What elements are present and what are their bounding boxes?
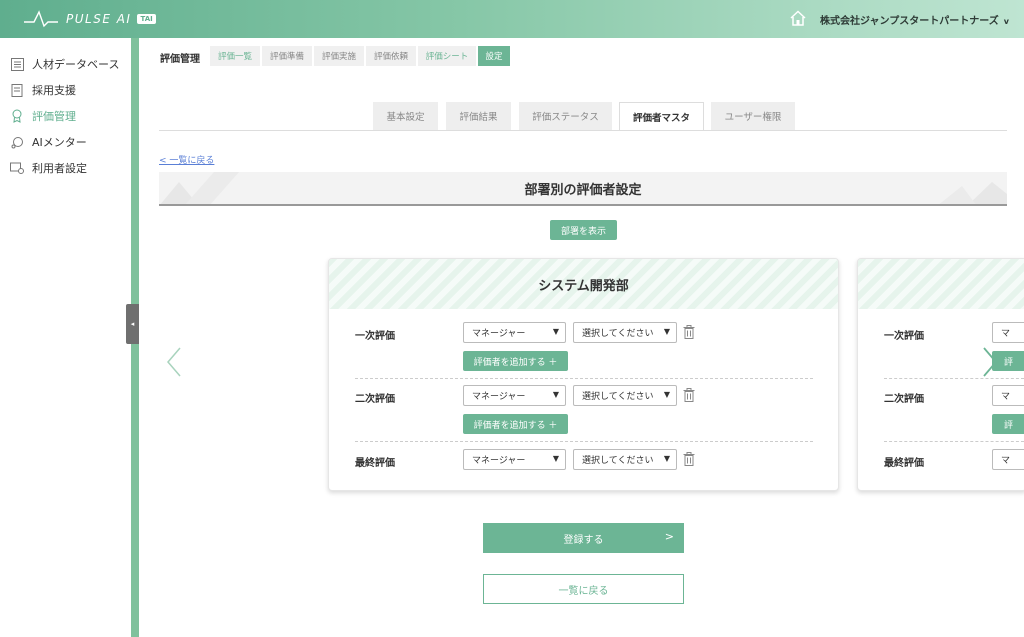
breadcrumb-item-evaluation-prep[interactable]: 評価準備 bbox=[262, 46, 312, 66]
top-header: PULSE AI TAI 株式会社ジャンプスタートパートナーズ v bbox=[0, 0, 1024, 38]
tab-evaluation-results[interactable]: 評価結果 bbox=[446, 102, 511, 130]
card-title: システム開発部 bbox=[329, 259, 838, 309]
brand-logo[interactable]: PULSE AI TAI bbox=[24, 8, 156, 30]
dropdown-caret-icon: ▼ bbox=[663, 327, 670, 336]
sidebar-item-ai-mentor[interactable]: AIメンター bbox=[10, 133, 87, 151]
tab-evaluation-status[interactable]: 評価ステータス bbox=[519, 102, 612, 130]
role-select-final[interactable]: マネージャー ▼ bbox=[463, 449, 566, 470]
row-divider bbox=[884, 441, 1024, 442]
breadcrumb-item-evaluation-request[interactable]: 評価依頼 bbox=[366, 46, 416, 66]
trash-icon[interactable] bbox=[683, 325, 695, 339]
row-divider bbox=[884, 378, 1024, 379]
select-value: マ bbox=[1001, 456, 1011, 466]
trash-icon[interactable] bbox=[683, 388, 695, 402]
section-title: 部署別の評価者設定 bbox=[524, 182, 642, 198]
select-value: マ bbox=[1001, 329, 1011, 339]
select-value: マネージャー bbox=[472, 392, 526, 402]
row-divider bbox=[355, 441, 813, 442]
register-button-label: 登録する bbox=[563, 534, 604, 546]
database-icon bbox=[10, 57, 24, 71]
document-icon bbox=[10, 83, 24, 97]
role-select-second[interactable]: マ bbox=[992, 385, 1024, 406]
section-header: 部署別の評価者設定 bbox=[159, 172, 1007, 206]
person-select-first[interactable]: 選択してください ▼ bbox=[573, 322, 677, 343]
sidebar-item-label: 人材データベース bbox=[32, 58, 120, 71]
select-value: 選択してください bbox=[582, 329, 654, 339]
collapse-left-icon: ◂ bbox=[130, 320, 135, 328]
home-icon[interactable] bbox=[789, 9, 807, 27]
user-settings-icon bbox=[10, 161, 24, 175]
sidebar-item-label: 利用者設定 bbox=[32, 162, 87, 175]
tab-divider bbox=[159, 130, 1007, 131]
sidebar-item-evaluation[interactable]: 評価管理 bbox=[10, 107, 76, 125]
show-departments-button[interactable]: 部署を表示 bbox=[550, 220, 617, 240]
add-evaluator-button-first[interactable]: 評価者を追加する ＋ bbox=[463, 351, 568, 371]
brand-badge: TAI bbox=[137, 14, 156, 24]
add-evaluator-button-second[interactable]: 評価者を追加する ＋ bbox=[463, 414, 568, 434]
card-title-next bbox=[858, 259, 1024, 309]
tab-evaluator-master[interactable]: 評価者マスタ bbox=[619, 102, 704, 131]
back-to-list-button[interactable]: 一覧に戻る bbox=[483, 574, 684, 604]
sidebar-item-label: 採用支援 bbox=[32, 84, 76, 97]
row-label-final: 最終評価 bbox=[355, 458, 395, 469]
sidebar-item-label: AIメンター bbox=[32, 136, 87, 149]
company-selector[interactable]: 株式会社ジャンプスタートパートナーズ v bbox=[820, 12, 1009, 27]
department-card: システム開発部 一次評価 マネージャー ▼ 選択してください ▼ 評価者を追加する … bbox=[328, 258, 839, 491]
award-icon bbox=[10, 109, 24, 123]
dropdown-caret-icon: ▼ bbox=[552, 390, 559, 399]
breadcrumb-title: 評価管理 bbox=[160, 54, 200, 65]
sidebar-item-recruiting[interactable]: 採用支援 bbox=[10, 81, 76, 99]
sidebar-item-label: 評価管理 bbox=[32, 110, 76, 123]
select-value: マ bbox=[1001, 392, 1011, 402]
back-to-list-link[interactable]: < 一覧に戻る bbox=[159, 153, 214, 166]
select-value: マネージャー bbox=[472, 456, 526, 466]
dropdown-caret-icon: ▼ bbox=[552, 454, 559, 463]
add-evaluator-button-second[interactable]: 評 bbox=[992, 414, 1024, 434]
brand-name: PULSE AI bbox=[66, 12, 132, 26]
role-select-first[interactable]: マネージャー ▼ bbox=[463, 322, 566, 343]
breadcrumb-item-evaluation-sheet[interactable]: 評価シート bbox=[418, 46, 476, 66]
row-divider bbox=[355, 378, 813, 379]
chevron-down-icon: v bbox=[1003, 17, 1009, 26]
carousel-next-icon[interactable] bbox=[980, 346, 1000, 378]
select-value: マネージャー bbox=[472, 329, 526, 339]
dropdown-caret-icon: ▼ bbox=[552, 327, 559, 336]
role-select-first[interactable]: マ bbox=[992, 322, 1024, 343]
sidebar bbox=[0, 38, 138, 637]
row-label-first: 一次評価 bbox=[355, 331, 395, 342]
row-label-second: 二次評価 bbox=[884, 394, 924, 405]
row-label-final: 最終評価 bbox=[884, 458, 924, 469]
tab-user-permissions[interactable]: ユーザー権限 bbox=[711, 102, 795, 130]
role-select-second[interactable]: マネージャー ▼ bbox=[463, 385, 566, 406]
register-button[interactable]: 登録する > bbox=[483, 523, 684, 553]
dropdown-caret-icon: ▼ bbox=[663, 390, 670, 399]
mentor-icon bbox=[10, 135, 24, 149]
breadcrumb-item-evaluation-run[interactable]: 評価実施 bbox=[314, 46, 364, 66]
breadcrumb-item-settings[interactable]: 設定 bbox=[478, 46, 510, 66]
tab-basic-settings[interactable]: 基本設定 bbox=[373, 102, 438, 130]
select-value: 選択してください bbox=[582, 456, 654, 466]
role-select-final[interactable]: マ bbox=[992, 449, 1024, 470]
sidebar-collapse-button[interactable]: ◂ bbox=[126, 304, 139, 344]
person-select-second[interactable]: 選択してください ▼ bbox=[573, 385, 677, 406]
sidebar-item-database[interactable]: 人材データベース bbox=[10, 55, 119, 73]
company-name: 株式会社ジャンプスタートパートナーズ bbox=[820, 16, 999, 27]
sidebar-item-user-settings[interactable]: 利用者設定 bbox=[10, 159, 87, 177]
row-label-first: 一次評価 bbox=[884, 331, 924, 342]
person-select-final[interactable]: 選択してください ▼ bbox=[573, 449, 677, 470]
pulse-logo-icon bbox=[24, 10, 58, 28]
chevron-right-icon: > bbox=[664, 530, 674, 543]
row-label-second: 二次評価 bbox=[355, 394, 395, 405]
dropdown-caret-icon: ▼ bbox=[663, 454, 670, 463]
trash-icon[interactable] bbox=[683, 452, 695, 466]
carousel-prev-icon[interactable] bbox=[164, 346, 184, 378]
breadcrumb-item-evaluation-list[interactable]: 評価一覧 bbox=[210, 46, 260, 66]
select-value: 選択してください bbox=[582, 392, 654, 402]
